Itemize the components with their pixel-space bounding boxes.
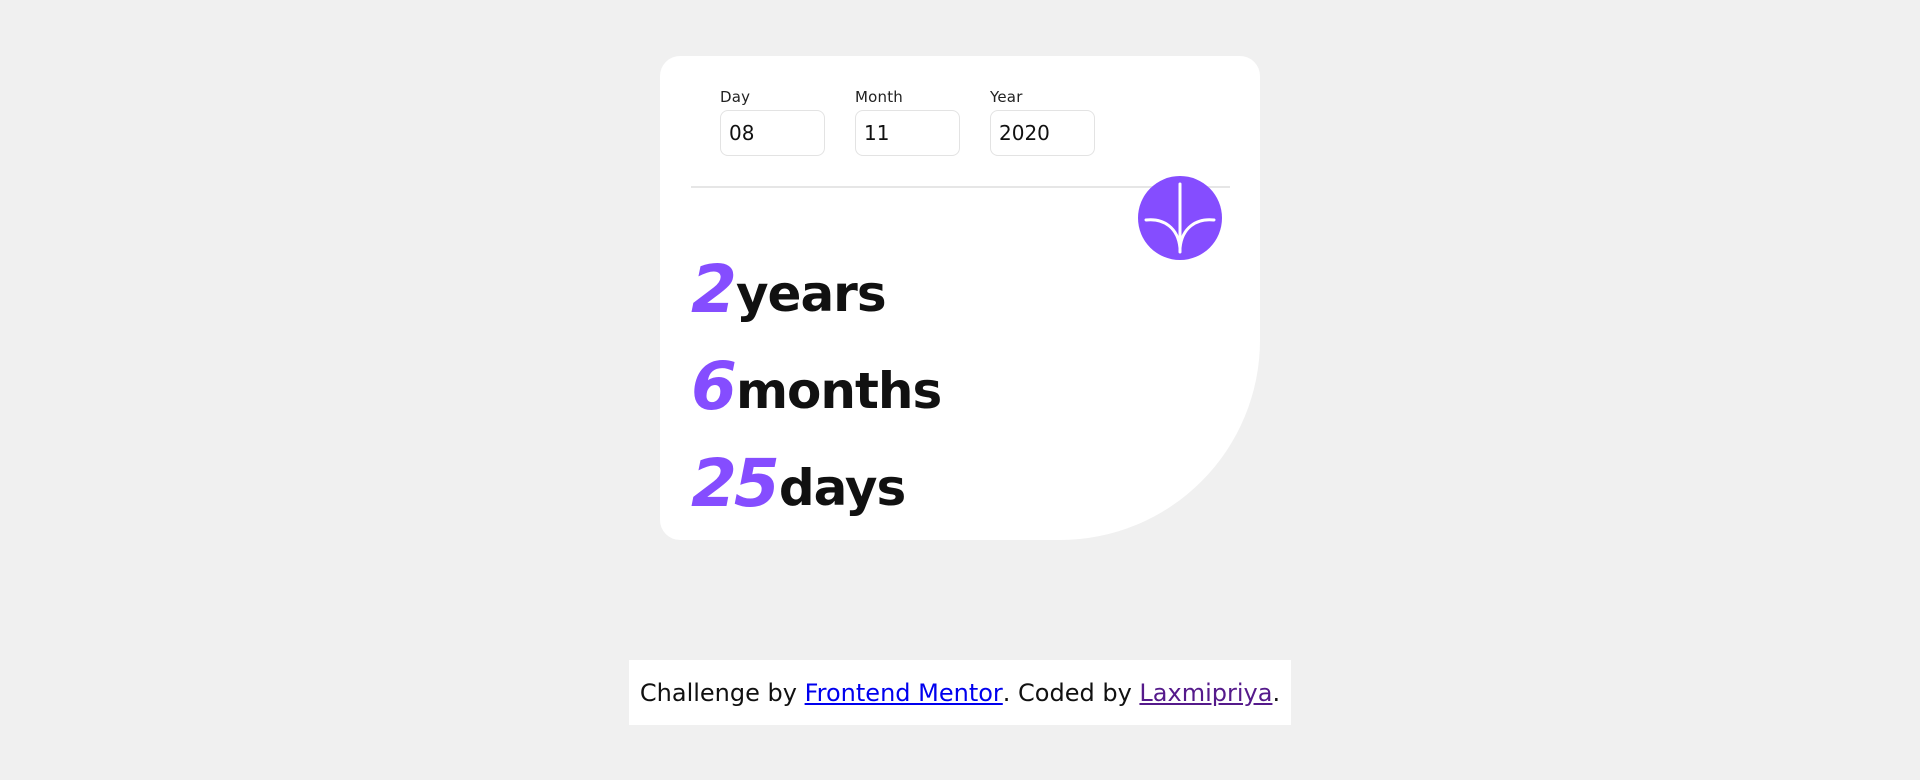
author-link[interactable]: Laxmipriya — [1139, 679, 1272, 707]
frontend-mentor-link[interactable]: Frontend Mentor — [805, 679, 1003, 707]
attribution-middle: . Coded by — [1002, 678, 1140, 707]
months-value: 6 — [691, 348, 737, 425]
submit-button[interactable] — [1138, 176, 1222, 260]
years-label: years — [735, 265, 887, 323]
day-label: Day — [720, 88, 751, 106]
result-years: 2 years — [691, 226, 941, 323]
results: 2 years 6 months 25 days — [691, 226, 942, 517]
month-label: Month — [855, 88, 904, 106]
month-field: Month — [855, 88, 960, 156]
attribution-suffix: . — [1272, 678, 1281, 707]
attribution: Challenge by Frontend Mentor. Coded by L… — [629, 660, 1291, 725]
month-input[interactable] — [855, 110, 960, 156]
year-label: Year — [990, 88, 1023, 106]
days-label: days — [778, 459, 906, 517]
result-days: 25 days — [691, 420, 941, 517]
result-months: 6 months — [691, 323, 942, 425]
months-label: months — [735, 362, 942, 420]
years-value: 2 — [691, 251, 737, 328]
year-input[interactable] — [990, 110, 1095, 156]
age-calculator-card: Day Month Year 2 years 6 months 25 — [660, 56, 1260, 540]
day-input[interactable] — [720, 110, 825, 156]
day-field: Day — [720, 88, 825, 156]
days-value: 25 — [691, 445, 780, 522]
year-field: Year — [990, 88, 1095, 156]
date-inputs: Day Month Year — [720, 88, 1095, 156]
attribution-prefix: Challenge by — [639, 678, 805, 707]
arrow-down-icon — [1144, 182, 1216, 254]
